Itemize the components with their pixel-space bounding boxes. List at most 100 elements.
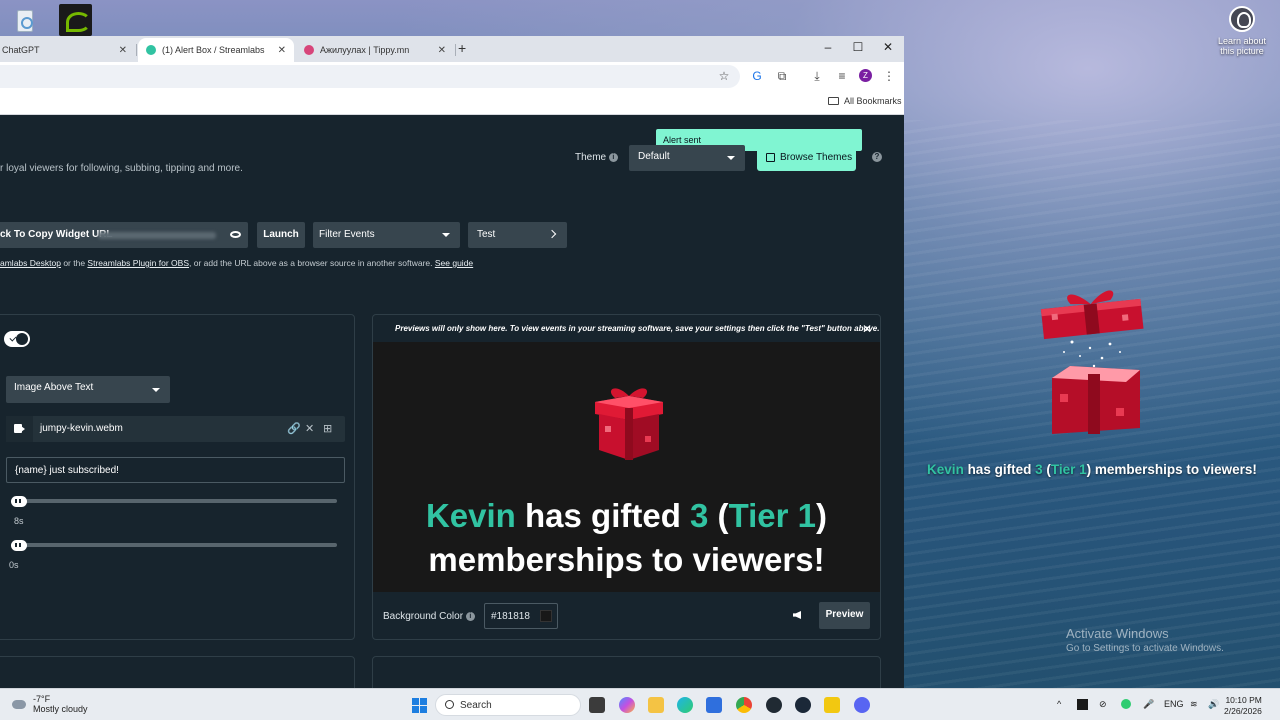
browse-themes-button[interactable]: Browse Themes	[757, 145, 856, 171]
settings-panel-next	[0, 656, 355, 688]
media-file-row[interactable]: jumpy-kevin.webm 🔗 ✕ ⊞	[6, 416, 345, 442]
translate-icon[interactable]: G	[749, 68, 765, 84]
file-explorer-icon[interactable]	[648, 697, 664, 713]
browser-window: ChatGPT ✕ (1) Alert Box / Streamlabs ✕ А…	[0, 36, 904, 688]
gallery-icon[interactable]: ⊞	[323, 422, 332, 435]
tab-chatgpt[interactable]: ChatGPT ✕	[0, 38, 135, 62]
steam-icon[interactable]	[795, 697, 811, 713]
microphone-icon[interactable]: 🎤	[1143, 699, 1154, 710]
video-file-icon	[6, 416, 33, 442]
info-icon[interactable]: i	[465, 611, 475, 621]
caret-down-icon	[442, 233, 450, 237]
page-description: r loyal viewers for following, subbing, …	[0, 163, 243, 174]
close-window-icon[interactable]: ✕	[873, 40, 903, 54]
background-color-input[interactable]: #181818	[484, 603, 558, 629]
store-icon[interactable]	[706, 697, 722, 713]
color-swatch[interactable]	[540, 610, 552, 622]
overlay-alert-message: Kevin has gifted 3 (Tier 1) memberships …	[927, 462, 1257, 477]
maximize-icon[interactable]: ☐	[843, 40, 873, 54]
language-indicator[interactable]: ENG	[1164, 699, 1184, 709]
close-icon[interactable]: ✕	[862, 322, 872, 336]
bookmark-star-icon[interactable]: ☆	[716, 68, 732, 84]
tab-tippy[interactable]: Ажилуулах | Tippy.mn ✕	[296, 38, 454, 62]
message-template-input[interactable]: {name} just subscribed!	[6, 457, 345, 483]
network-off-icon[interactable]: ⊘	[1099, 699, 1107, 710]
caret-down-icon	[727, 156, 735, 160]
delay-slider[interactable]	[11, 543, 337, 547]
setup-help-text: amlabs Desktop or the Streamlabs Plugin …	[0, 258, 474, 268]
cloud-icon	[12, 699, 26, 709]
app-tray-icon[interactable]	[1121, 699, 1131, 709]
edge-icon[interactable]	[677, 697, 693, 713]
taskbar: -7°F Mostly cloudy Search ^ ⊘ 🎤 ENG ≋ 🔊 1…	[0, 688, 1280, 720]
new-tab-icon[interactable]: +	[458, 40, 466, 56]
gift-box-icon	[595, 388, 663, 460]
tab-alert-box[interactable]: (1) Alert Box / Streamlabs ✕	[138, 38, 294, 62]
wifi-icon[interactable]: ≋	[1190, 699, 1198, 710]
preview-panel: Previews will only show here. To view ev…	[372, 314, 881, 640]
caret-down-icon	[152, 388, 160, 392]
discord-icon[interactable]	[854, 697, 870, 713]
streamlabs-page: r loyal viewers for following, subbing, …	[0, 116, 904, 688]
start-button[interactable]	[412, 698, 427, 713]
address-bar[interactable]	[0, 65, 740, 88]
eye-icon[interactable]	[230, 231, 241, 238]
theme-select[interactable]: Default	[629, 145, 745, 171]
info-icon[interactable]: i	[608, 152, 618, 162]
copilot-icon[interactable]	[619, 697, 635, 713]
layout-select[interactable]: Image Above Text	[6, 376, 170, 403]
media-controls-icon[interactable]: ≡	[834, 68, 850, 84]
extensions-icon[interactable]: ⧉	[774, 68, 790, 84]
activate-windows-watermark: Activate Windows Go to Settings to activ…	[1066, 626, 1224, 654]
delay-slider-thumb[interactable]	[11, 540, 27, 551]
filter-events-select[interactable]: Filter Events	[313, 222, 460, 248]
profile-avatar[interactable]: Z	[859, 69, 872, 82]
recycle-bin-icon[interactable]	[8, 4, 42, 36]
menu-dots-icon[interactable]: ⋮	[881, 68, 897, 84]
close-tab-icon[interactable]: ✕	[119, 45, 127, 56]
preview-alert-message: Kevin has gifted 3 (Tier 1) memberships …	[425, 497, 828, 578]
weather-widget[interactable]: -7°F Mostly cloudy	[12, 694, 88, 714]
camera-icon	[1229, 6, 1255, 32]
duration-value: 8s	[14, 516, 24, 526]
tray-chevron-icon[interactable]: ^	[1057, 699, 1061, 709]
app-icon[interactable]	[824, 697, 840, 713]
obs-plugin-link[interactable]: Streamlabs Plugin for OBS	[87, 258, 189, 268]
taskbar-search[interactable]: Search	[435, 694, 581, 716]
widget-url-field[interactable]: ck To Copy Widget URL	[0, 222, 248, 248]
streamlabs-desktop-link[interactable]: amlabs Desktop	[0, 258, 61, 268]
all-bookmarks[interactable]: All Bookmarks	[828, 96, 902, 106]
system-clock[interactable]: 10:10 PM 2/26/2026	[1224, 695, 1262, 717]
bookmarks-bar: All Bookmarks	[0, 90, 904, 115]
nvidia-app-icon[interactable]	[59, 4, 92, 36]
minimize-icon[interactable]: –	[813, 40, 843, 54]
chrome-icon[interactable]	[736, 697, 752, 713]
close-tab-icon[interactable]: ✕	[438, 45, 446, 56]
enable-toggle[interactable]	[4, 331, 30, 347]
external-link-icon	[766, 153, 775, 162]
remove-icon[interactable]: ✕	[305, 422, 314, 435]
preview-button[interactable]: Preview	[819, 602, 870, 629]
learn-about-label: Learn about this picture	[1217, 36, 1267, 56]
duration-slider-thumb[interactable]	[11, 496, 27, 507]
browser-toolbar: ☆ G ⧉ ⤓ ≡ Z ⋮	[0, 62, 904, 90]
link-icon[interactable]: 🔗	[287, 422, 301, 435]
volume-icon[interactable]: 🔊	[1208, 699, 1219, 710]
close-tab-icon[interactable]: ✕	[278, 45, 286, 56]
theme-label: Theme i	[575, 152, 618, 163]
streamlabs-favicon-icon	[146, 45, 156, 55]
chevron-right-icon	[547, 229, 557, 239]
speaker-icon[interactable]	[793, 611, 801, 619]
duration-slider[interactable]	[11, 499, 337, 503]
preview-panel-next	[372, 656, 881, 688]
launch-button[interactable]: Launch	[257, 222, 305, 248]
help-icon[interactable]: ?	[872, 152, 882, 162]
learn-about-picture[interactable]: Learn about this picture	[1214, 6, 1270, 56]
nvidia-tray-icon[interactable]	[1077, 699, 1088, 710]
test-button[interactable]: Test	[468, 222, 567, 248]
github-desktop-icon[interactable]	[766, 697, 782, 713]
see-guide-link[interactable]: See guide	[435, 258, 473, 268]
task-view-icon[interactable]	[589, 697, 605, 713]
preview-stage: Kevin has gifted 3 (Tier 1) memberships …	[373, 342, 880, 592]
download-icon[interactable]: ⤓	[809, 68, 825, 84]
